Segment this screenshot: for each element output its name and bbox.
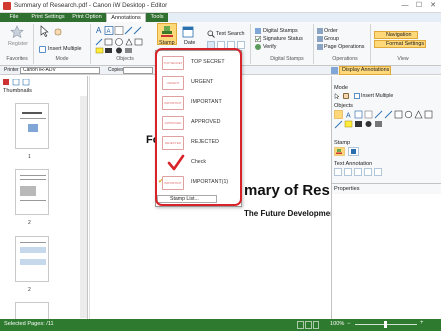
svg-text:A: A [96,26,102,35]
page-operations-button[interactable]: Page Operations [324,44,364,50]
display-annotations-button[interactable]: Display Annotations [342,67,389,73]
group-label-objects: Objects [116,56,134,62]
tab-annotations[interactable]: Annotations [106,13,146,22]
text-search-button[interactable]: Text Search [216,31,244,37]
app-icon [3,2,11,10]
hand-icon[interactable] [53,26,63,36]
svg-text:A: A [346,113,351,120]
thumbnail-page-number: 1 [28,154,31,160]
insert-multiple-icon [354,93,360,99]
insert-multiple-button[interactable]: Insert Multiple [48,46,82,52]
search-icon [207,30,215,38]
digital-stamps-icon [255,28,261,34]
zoom-level: 100% [330,321,345,327]
verify-icon [255,44,261,50]
properties-content [332,194,441,319]
thumbnails-title: Thumbnails [3,88,32,94]
ribbon-separator [90,24,91,64]
pane-text-annotation-header: Text Annotation [334,161,373,167]
thumbnail-page[interactable] [15,103,49,149]
ribbon-separator [250,24,251,64]
display-annotations-icon [331,67,338,74]
stamp-menu-highlight [155,48,242,206]
title-bar: Summary of Research.pdf - Canon iW Deskt… [0,0,441,13]
maximize-button[interactable]: ☐ [413,1,425,11]
pane-text-annotation-buttons[interactable] [334,168,394,176]
verify-button[interactable]: Verify [263,44,276,50]
pane-stamp-buttons[interactable] [334,147,364,156]
group-icon [317,36,323,42]
date-icon [181,25,195,39]
zoom-in-icon[interactable]: + [420,320,424,326]
digital-stamps-button[interactable]: Digital Stamps [263,28,298,34]
order-button[interactable]: Order [324,28,338,34]
stamp-icon [159,25,175,39]
insert-multiple-icon [39,46,46,53]
ribbon-tab-bar: File Print Settings Print Option Annotat… [0,13,441,22]
signature-status-toggle[interactable]: Signature Status [263,36,303,42]
tab-print-settings[interactable]: Print Settings [28,13,68,22]
stamp-button[interactable]: Stamp [159,40,175,46]
group-label-operations: Operations [332,56,358,62]
thumbnail-page[interactable] [15,302,49,319]
thumbnails-scrollbar[interactable] [80,96,87,318]
date-button[interactable]: Date [184,40,195,46]
properties-pane: Mode Insert Multiple Objects A Stamp Tex… [331,76,441,319]
order-icon [317,28,323,34]
zoom-slider-thumb[interactable] [384,321,387,328]
ribbon-separator [33,24,34,64]
register-button[interactable]: Register [8,41,28,47]
thumbnail-page-number: 2 [28,220,31,226]
status-bar: Selected Pages: /11 100% − + [0,319,441,331]
pane-properties-header: Properties [334,186,360,192]
copies-field[interactable] [123,67,153,74]
thumbnail-page-number: 2 [28,287,31,293]
hand-icon[interactable] [343,93,349,99]
group-button[interactable]: Group [324,36,339,42]
pane-objects-header: Objects [334,103,353,109]
minimize-button[interactable]: — [399,1,411,11]
thumbnail-tool-icons[interactable] [3,78,33,86]
tab-print-option[interactable]: Print Option [68,13,106,22]
printer-select[interactable]: Canon iR-ADV [20,67,100,74]
ribbon-separator [313,24,314,64]
pane-mode-header: Mode [334,85,348,91]
close-button[interactable]: ✕ [427,1,439,11]
printer-label: Printer [4,67,19,73]
tab-tools[interactable]: Tools [146,13,168,22]
ribbon-separator [370,24,371,64]
document-heading: mary of Res [244,182,330,199]
group-label-favorites: Favorites [6,56,28,62]
selected-pages-status: Selected Pages: /11 [4,321,54,327]
svg-text:A: A [107,29,111,35]
select-arrow-icon[interactable] [334,92,340,100]
pane-objects-palette[interactable]: A [334,110,438,130]
thumbnail-page[interactable] [15,169,49,215]
group-label-view: View [397,56,409,62]
group-label-mode: Mode [55,56,69,62]
select-arrow-icon[interactable] [38,25,50,37]
page-operations-icon [317,44,323,50]
checkbox-checked-icon[interactable] [255,36,261,42]
objects-palette: A A [94,25,144,55]
register-star-icon [10,25,24,39]
pane-stamp-header: Stamp [334,140,351,146]
copies-label: Copies [108,67,124,73]
zoom-out-icon[interactable]: − [347,321,351,327]
pane-insert-multiple-button[interactable]: Insert Multiple [361,93,393,99]
window-title: Summary of Research.pdf - Canon iW Deskt… [14,2,168,9]
thumbnail-page[interactable] [15,236,49,282]
navigation-button[interactable]: Navigation [386,32,411,38]
view-mode-icons[interactable] [297,321,319,329]
format-settings-button[interactable]: Format Settings [386,41,424,47]
tab-file[interactable]: File [0,13,28,22]
group-label-digital-stamps: Digital Stamps [270,56,304,62]
pane-divider [332,183,441,184]
thumbnails-pane: Thumbnails 1 2 2 [0,76,88,319]
